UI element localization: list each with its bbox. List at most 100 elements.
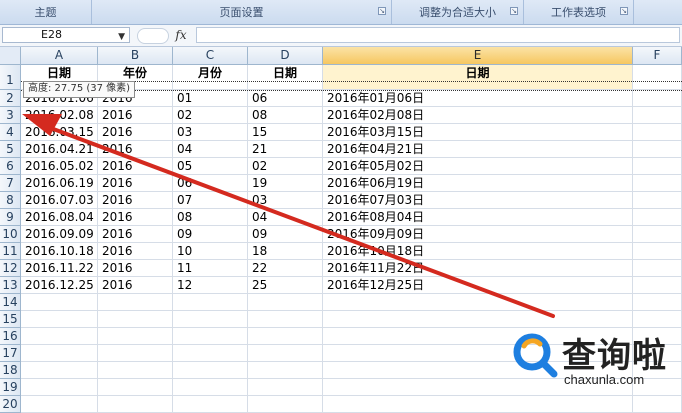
table-cell[interactable]: 2016年09月09日 <box>323 226 633 243</box>
table-cell[interactable] <box>98 311 173 328</box>
table-cell[interactable] <box>21 345 98 362</box>
row-header[interactable]: 19 <box>0 379 21 396</box>
table-cell[interactable] <box>21 396 98 413</box>
table-cell[interactable] <box>173 345 248 362</box>
table-cell[interactable] <box>323 294 633 311</box>
table-cell[interactable]: 2016年07月03日 <box>323 192 633 209</box>
table-cell[interactable]: 02 <box>248 158 323 175</box>
table-cell[interactable] <box>633 141 682 158</box>
ribbon-group-sheet-options[interactable]: 工作表选项 ↘ <box>524 0 634 24</box>
table-cell[interactable] <box>21 362 98 379</box>
column-header-b[interactable]: B <box>98 47 173 65</box>
header-cell[interactable] <box>633 65 682 90</box>
table-cell[interactable]: 08 <box>248 107 323 124</box>
row-header[interactable]: 13 <box>0 277 21 294</box>
table-cell[interactable]: 2016年01月06日 <box>323 90 633 107</box>
dialog-launcher-icon[interactable]: ↘ <box>510 7 518 15</box>
table-cell[interactable]: 03 <box>173 124 248 141</box>
select-all-corner[interactable] <box>0 47 21 65</box>
table-cell[interactable]: 2016.05.02 <box>21 158 98 175</box>
table-cell[interactable] <box>633 243 682 260</box>
table-cell[interactable]: 15 <box>248 124 323 141</box>
table-cell[interactable]: 09 <box>248 226 323 243</box>
table-cell[interactable]: 22 <box>248 260 323 277</box>
table-cell[interactable] <box>173 294 248 311</box>
table-cell[interactable] <box>21 328 98 345</box>
row-header[interactable]: 9 <box>0 209 21 226</box>
table-cell[interactable]: 2016年02月08日 <box>323 107 633 124</box>
table-cell[interactable]: 2016年04月21日 <box>323 141 633 158</box>
formula-bar-cancel-group[interactable] <box>137 28 169 44</box>
row-header[interactable]: 12 <box>0 260 21 277</box>
row-header[interactable]: 1 <box>0 65 21 90</box>
table-cell[interactable]: 09 <box>173 226 248 243</box>
row-header[interactable]: 7 <box>0 175 21 192</box>
table-cell[interactable]: 04 <box>173 141 248 158</box>
table-cell[interactable]: 12 <box>173 277 248 294</box>
table-cell[interactable]: 21 <box>248 141 323 158</box>
table-cell[interactable]: 02 <box>173 107 248 124</box>
table-cell[interactable] <box>633 90 682 107</box>
table-cell[interactable] <box>98 362 173 379</box>
table-cell[interactable] <box>21 294 98 311</box>
table-cell[interactable]: 2016.10.18 <box>21 243 98 260</box>
table-cell[interactable]: 2016年05月02日 <box>323 158 633 175</box>
table-cell[interactable]: 03 <box>248 192 323 209</box>
table-cell[interactable]: 08 <box>173 209 248 226</box>
table-cell[interactable]: 25 <box>248 277 323 294</box>
table-cell[interactable]: 2016.06.19 <box>21 175 98 192</box>
table-cell[interactable]: 2016.04.21 <box>21 141 98 158</box>
row-header[interactable]: 6 <box>0 158 21 175</box>
table-cell[interactable]: 2016.11.22 <box>21 260 98 277</box>
table-cell[interactable] <box>633 209 682 226</box>
table-cell[interactable]: 2016 <box>98 124 173 141</box>
table-cell[interactable] <box>248 362 323 379</box>
table-cell[interactable] <box>633 107 682 124</box>
table-cell[interactable] <box>633 226 682 243</box>
ribbon-group-scale-to-fit[interactable]: 调整为合适大小 ↘ <box>392 0 524 24</box>
row-header[interactable]: 10 <box>0 226 21 243</box>
table-cell[interactable] <box>173 362 248 379</box>
table-cell[interactable]: 18 <box>248 243 323 260</box>
table-cell[interactable] <box>248 328 323 345</box>
table-cell[interactable] <box>248 294 323 311</box>
table-cell[interactable] <box>633 158 682 175</box>
table-cell[interactable]: 2016年12月25日 <box>323 277 633 294</box>
column-header-c[interactable]: C <box>173 47 248 65</box>
table-cell[interactable]: 2016.03.15 <box>21 124 98 141</box>
row-header[interactable]: 4 <box>0 124 21 141</box>
table-cell[interactable] <box>633 260 682 277</box>
table-cell[interactable]: 2016年11月22日 <box>323 260 633 277</box>
table-cell[interactable] <box>248 345 323 362</box>
column-header-a[interactable]: A <box>21 47 98 65</box>
table-cell[interactable]: 2016.08.04 <box>21 209 98 226</box>
table-cell[interactable]: 10 <box>173 243 248 260</box>
column-header-d[interactable]: D <box>248 47 323 65</box>
table-cell[interactable] <box>98 396 173 413</box>
table-cell[interactable]: 2016.09.09 <box>21 226 98 243</box>
row-header[interactable]: 14 <box>0 294 21 311</box>
table-cell[interactable] <box>21 311 98 328</box>
table-cell[interactable]: 06 <box>248 90 323 107</box>
header-cell[interactable]: 日期 <box>323 65 633 90</box>
table-cell[interactable] <box>248 379 323 396</box>
table-cell[interactable]: 2016 <box>98 141 173 158</box>
table-cell[interactable]: 2016.02.08 <box>21 107 98 124</box>
row-header[interactable]: 8 <box>0 192 21 209</box>
dialog-launcher-icon[interactable]: ↘ <box>378 7 386 15</box>
table-cell[interactable]: 2016 <box>98 175 173 192</box>
row-header[interactable]: 11 <box>0 243 21 260</box>
chevron-down-icon[interactable]: ▼ <box>118 30 125 44</box>
table-cell[interactable]: 2016 <box>98 209 173 226</box>
formula-input[interactable] <box>196 27 680 43</box>
table-cell[interactable]: 07 <box>173 192 248 209</box>
table-cell[interactable]: 06 <box>173 175 248 192</box>
row-header[interactable]: 18 <box>0 362 21 379</box>
row-header[interactable]: 2 <box>0 90 21 107</box>
table-cell[interactable] <box>633 294 682 311</box>
table-cell[interactable] <box>633 124 682 141</box>
table-cell[interactable] <box>248 311 323 328</box>
row-header[interactable]: 17 <box>0 345 21 362</box>
table-cell[interactable] <box>173 379 248 396</box>
table-cell[interactable] <box>98 379 173 396</box>
